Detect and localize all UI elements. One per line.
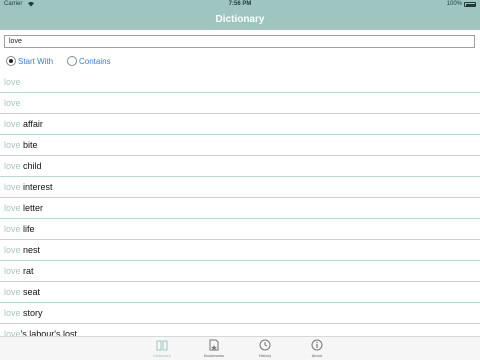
result-prefix: love	[4, 140, 21, 150]
result-prefix: love	[4, 98, 21, 108]
tab-dictionary[interactable]: Dictionary	[142, 339, 182, 358]
bookmark-icon	[209, 339, 219, 351]
list-item[interactable]: love bite	[0, 135, 480, 156]
page-title: Dictionary	[215, 14, 265, 25]
dictionary-icon	[156, 340, 168, 351]
contains-label: Contains	[79, 56, 111, 66]
result-suffix: nest	[20, 245, 41, 255]
start-with-label: Start With	[18, 56, 54, 66]
list-item[interactable]: love	[0, 93, 480, 114]
status-bar: Carrier 7:56 PM 100%	[0, 0, 480, 10]
list-item[interactable]: love nest	[0, 240, 480, 261]
search-input[interactable]: love	[4, 35, 475, 48]
list-item[interactable]: love letter	[0, 198, 480, 219]
result-suffix: letter	[20, 203, 44, 213]
result-suffix: child	[20, 161, 42, 171]
result-prefix: love	[4, 161, 21, 171]
result-prefix: love	[4, 119, 21, 129]
result-prefix: love	[4, 266, 21, 276]
tab-bookmarks-label: Bookmarks	[203, 353, 224, 358]
result-suffix: seat	[20, 287, 41, 297]
navigation-bar: Carrier 7:56 PM 100% Dictionary	[0, 0, 480, 30]
clock: 7:56 PM	[228, 1, 252, 7]
list-item[interactable]: love interest	[0, 177, 480, 198]
list-item[interactable]: love	[0, 72, 480, 93]
battery-icon	[464, 2, 476, 7]
result-prefix: love	[4, 224, 21, 234]
tab-about[interactable]: About	[297, 339, 337, 358]
list-item[interactable]: love rat	[0, 261, 480, 282]
result-prefix: love	[4, 308, 21, 318]
result-suffix: life	[20, 224, 35, 234]
tab-dictionary-label: Dictionary	[153, 353, 171, 358]
radio-unselected-icon	[67, 56, 77, 66]
contains-radio[interactable]: Contains	[67, 55, 111, 67]
tab-bookmarks[interactable]: Bookmarks	[194, 339, 234, 358]
list-item[interactable]: love life	[0, 219, 480, 240]
result-prefix: love	[4, 77, 21, 87]
tab-history[interactable]: History	[245, 339, 285, 358]
list-item[interactable]: love story	[0, 303, 480, 324]
tab-history-label: History	[258, 353, 272, 358]
result-suffix: bite	[20, 140, 38, 150]
results-list: love love love affair love bite love child lo…	[0, 72, 480, 345]
clock-icon	[259, 339, 271, 351]
result-suffix: rat	[20, 266, 34, 276]
info-icon	[311, 339, 323, 351]
start-with-radio[interactable]: Start With	[6, 55, 53, 67]
result-prefix: love	[4, 245, 21, 255]
result-prefix: love	[4, 287, 21, 297]
list-item[interactable]: love child	[0, 156, 480, 177]
result-suffix: story	[20, 308, 43, 318]
result-suffix: interest	[20, 182, 53, 192]
list-item[interactable]: love seat	[0, 282, 480, 303]
radio-selected-icon	[6, 56, 16, 66]
result-suffix: affair	[20, 119, 43, 129]
battery-percent: 100%	[446, 1, 462, 7]
tab-bar: Dictionary Bookmarks History About	[0, 336, 480, 360]
list-item[interactable]: love affair	[0, 114, 480, 135]
result-prefix: love	[4, 203, 21, 213]
tab-about-label: About	[311, 353, 323, 358]
result-prefix: love	[4, 182, 21, 192]
